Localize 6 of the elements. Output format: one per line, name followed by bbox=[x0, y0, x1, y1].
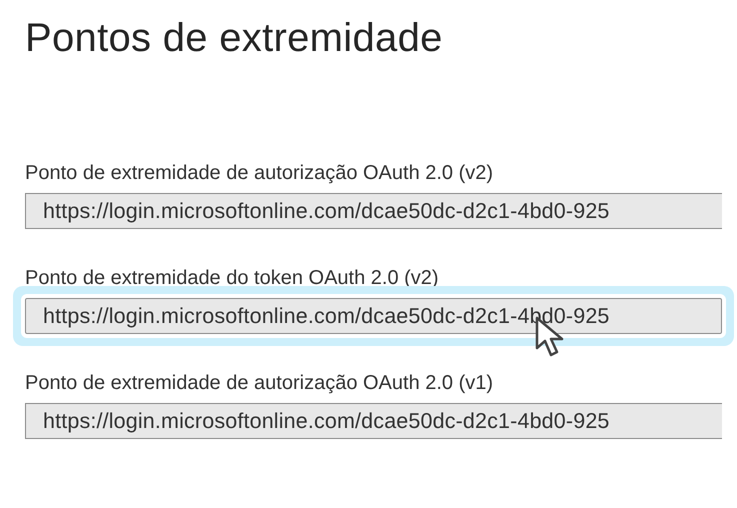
url-field[interactable]: https://login.microsoftonline.com/dcae50dc-d2c1-4bd0-925 bbox=[25, 403, 722, 439]
page-title: Pontos de extremidade bbox=[25, 15, 444, 62]
url-field[interactable]: https://login.microsoftonline.com/dcae50dc-d2c1-4bd0-925 bbox=[25, 193, 722, 229]
field-label: Ponto de extremidade de autorização OAuth 2.0 (v1) bbox=[25, 371, 494, 396]
field-label: Ponto de extremidade de autorização OAuth 2.0 (v2) bbox=[25, 161, 494, 186]
field-label: Ponto de extremidade do token OAuth 2.0 (v2) bbox=[25, 266, 440, 291]
